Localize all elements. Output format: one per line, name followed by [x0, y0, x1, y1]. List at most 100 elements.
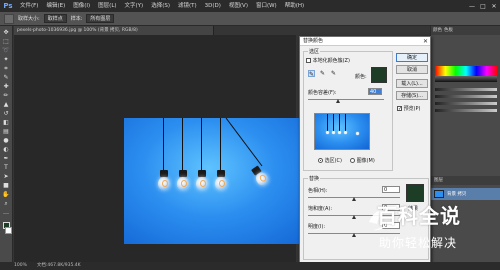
- localized-clusters-option[interactable]: 本地化颜色簇(Z): [306, 57, 350, 64]
- eyedropper-icon[interactable]: ✎: [2, 74, 10, 81]
- photoshop-window: Ps 文件(F) 编辑(E) 图像(I) 图层(L) 文字(Y) 选择(S) 滤…: [0, 0, 500, 270]
- healing-icon[interactable]: ✚: [2, 83, 10, 90]
- radio-image[interactable]: [350, 158, 355, 163]
- preview-option[interactable]: 预览(P): [397, 105, 421, 112]
- menu-bar: Ps 文件(F) 编辑(E) 图像(I) 图层(L) 文字(Y) 选择(S) 滤…: [0, 0, 500, 12]
- options-bar: 取样大小: 取样点 样本: 所有图层: [0, 12, 500, 26]
- menu-type[interactable]: 文字(Y): [121, 0, 148, 12]
- menu-image[interactable]: 图像(I): [69, 0, 94, 12]
- move-icon[interactable]: ✥: [2, 29, 10, 36]
- replace-group-label: 替换: [308, 175, 321, 182]
- radio-selection[interactable]: [318, 158, 323, 163]
- maximize-icon[interactable]: □: [479, 2, 487, 10]
- zoom-level[interactable]: 100%: [14, 262, 27, 270]
- watermark-title: 百科全说: [377, 204, 461, 228]
- eyedropper-icon[interactable]: ✎: [308, 70, 315, 78]
- hue-input[interactable]: 0: [382, 186, 400, 193]
- localized-clusters-label: 本地化颜色簇(Z): [312, 58, 350, 64]
- fuzziness-slider-track[interactable]: [308, 99, 384, 100]
- menu-help[interactable]: 帮助(H): [281, 0, 308, 12]
- lightness-label: 明度(I):: [308, 224, 326, 230]
- slider-track[interactable]: [435, 102, 497, 105]
- menu-view[interactable]: 视图(V): [225, 0, 252, 12]
- document-tab[interactable]: pexels-photo-1036936.jpg @ 100% (背景 拷贝, …: [14, 26, 214, 35]
- menu-layer[interactable]: 图层(L): [94, 0, 120, 12]
- gradient-icon[interactable]: ▤: [2, 128, 10, 135]
- sample-size-label: 取样大小:: [18, 16, 40, 22]
- marquee-icon[interactable]: ⬚: [2, 38, 10, 45]
- radio-image-label: 图像(M): [356, 158, 375, 164]
- eyedropper-tool-icon[interactable]: [4, 13, 14, 24]
- blur-icon[interactable]: ●: [2, 137, 10, 144]
- eyedropper-plus-icon[interactable]: ✎: [319, 70, 326, 77]
- selected-color-swatch[interactable]: [371, 67, 387, 83]
- preview-checkbox[interactable]: [397, 106, 402, 111]
- slider-track[interactable]: [435, 95, 497, 98]
- pen-icon[interactable]: ✒: [2, 155, 10, 162]
- minimize-icon[interactable]: —: [468, 2, 476, 10]
- fuzziness-input[interactable]: 40: [368, 88, 382, 95]
- watermark: 百科全说 助你轻松解决: [365, 200, 493, 262]
- radio-selection-label: 选区(C): [324, 158, 342, 164]
- menu-file[interactable]: 文件(F): [16, 0, 42, 12]
- ok-button[interactable]: 确定: [396, 53, 428, 62]
- path-select-icon[interactable]: ➤: [2, 173, 10, 180]
- canvas-area[interactable]: [14, 35, 313, 262]
- ps-logo: Ps: [3, 2, 13, 10]
- zoom-icon[interactable]: ⌕: [2, 200, 10, 207]
- selection-group-label: 选区: [308, 48, 321, 55]
- sample-size-select[interactable]: 取样点: [43, 14, 67, 23]
- menu-select[interactable]: 选择(S): [147, 0, 174, 12]
- eyedropper-minus-icon[interactable]: ✎: [330, 70, 337, 77]
- layer-name: 背景 拷贝: [447, 192, 467, 197]
- close-icon[interactable]: ✕: [423, 37, 428, 46]
- radio-image-option[interactable]: 图像(M): [350, 157, 375, 164]
- cancel-button[interactable]: 取消: [396, 65, 428, 74]
- history-brush-icon[interactable]: ↺: [2, 110, 10, 117]
- fuzziness-label: 颜色容差(F):: [308, 90, 337, 96]
- shape-icon[interactable]: ■: [2, 182, 10, 189]
- save-button[interactable]: 存储(S)...: [396, 91, 428, 100]
- hand-icon[interactable]: ✋: [2, 191, 10, 198]
- stamp-icon[interactable]: ▲: [2, 101, 10, 108]
- slider-track[interactable]: [435, 88, 497, 91]
- hue-slider-thumb[interactable]: [352, 197, 356, 201]
- close-window-icon[interactable]: ✕: [490, 2, 498, 10]
- color-spectrum[interactable]: [435, 66, 497, 76]
- load-button[interactable]: 载入(L)...: [396, 79, 428, 88]
- type-icon[interactable]: T: [2, 164, 10, 171]
- brush-icon[interactable]: ✏: [2, 92, 10, 99]
- layer-row[interactable]: 背景 拷贝: [431, 188, 500, 200]
- radio-selection-option[interactable]: 选区(C): [318, 157, 342, 164]
- tab-color[interactable]: 颜色: [433, 26, 442, 35]
- magic-wand-icon[interactable]: ✦: [2, 56, 10, 63]
- lasso-icon[interactable]: ➰: [2, 47, 10, 54]
- lightness-slider-thumb[interactable]: [352, 233, 356, 237]
- menu-filter[interactable]: 滤镜(T): [174, 0, 201, 12]
- preview-label: 预览(P): [403, 106, 421, 112]
- crop-icon[interactable]: ⌗: [2, 65, 10, 72]
- hue-label: 色相(H):: [308, 188, 328, 194]
- slider-track[interactable]: [435, 109, 497, 112]
- layer-thumbnail: [434, 190, 444, 198]
- saturation-slider-thumb[interactable]: [352, 215, 356, 219]
- layers-panel-header[interactable]: 图层: [431, 176, 500, 185]
- menu-window[interactable]: 窗口(W): [252, 0, 281, 12]
- window-controls: — □ ✕: [468, 0, 498, 12]
- selection-preview: [314, 113, 370, 150]
- sample-select[interactable]: 所有图层: [86, 14, 115, 23]
- dialog-titlebar: 替换颜色 ✕: [300, 37, 430, 46]
- dodge-icon[interactable]: ◐: [2, 146, 10, 153]
- document-size: 文档:467.8K/935.4K: [36, 263, 81, 268]
- menu-3d[interactable]: 3D(D): [201, 0, 225, 12]
- photo-light-bulbs: [124, 118, 313, 244]
- fuzziness-slider-thumb[interactable]: [336, 99, 340, 103]
- tab-swatches[interactable]: 色板: [444, 26, 453, 35]
- eraser-icon[interactable]: ◧: [2, 119, 10, 126]
- color-label: 颜色:: [355, 74, 367, 80]
- background-color-swatch[interactable]: [4, 227, 12, 234]
- localized-clusters-checkbox[interactable]: [306, 58, 311, 63]
- more-tools-icon[interactable]: …: [2, 209, 10, 216]
- menu-edit[interactable]: 编辑(E): [42, 0, 69, 12]
- color-ramp[interactable]: [435, 76, 497, 82]
